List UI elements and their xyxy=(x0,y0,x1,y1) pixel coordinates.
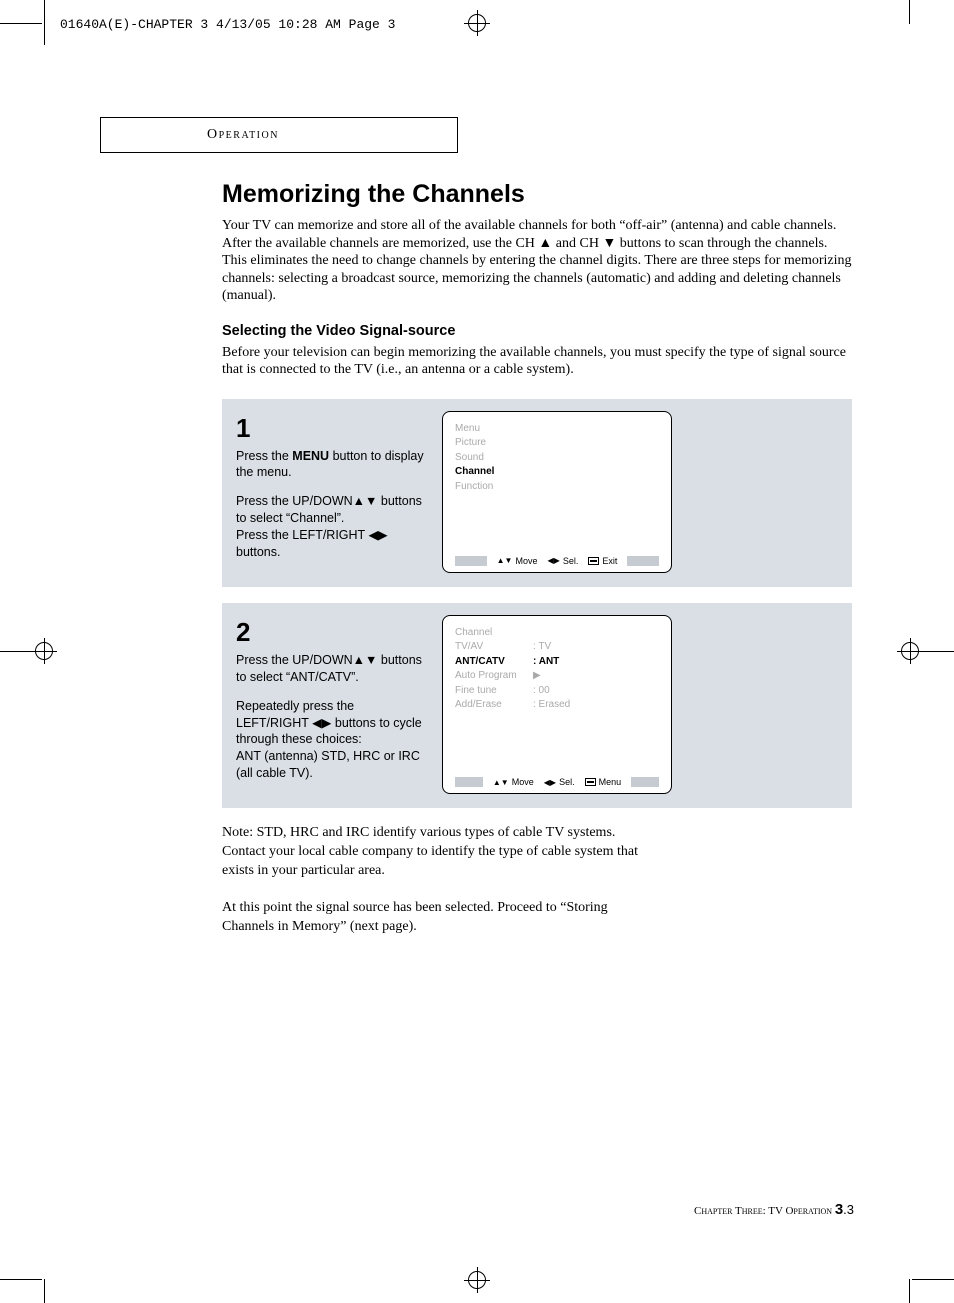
step-text-fragment: Press the xyxy=(236,449,292,463)
osd-row-label: Add/Erase xyxy=(455,698,533,713)
step-number: 2 xyxy=(236,615,426,650)
osd-footer-action: Menu xyxy=(599,777,622,787)
osd-footer-move: Move xyxy=(515,556,537,566)
menu-icon xyxy=(585,778,596,786)
section-tab-label: Operation xyxy=(207,127,279,143)
osd-row-value: : ANT xyxy=(533,655,559,670)
leftright-arrows-icon: ◀▶ xyxy=(544,778,556,787)
osd-row-value: : 00 xyxy=(533,684,550,699)
osd-row-label: Auto Program xyxy=(455,669,533,684)
crop-mark xyxy=(909,0,910,24)
note-paragraph: Note: STD, HRC and IRC identify various … xyxy=(222,824,642,881)
step-text-fragment: Press the UP/DOWN▲▼ buttons to select “C… xyxy=(236,494,422,525)
leftright-arrows-icon: ◀▶ xyxy=(548,556,560,565)
osd-footer-bar xyxy=(631,777,659,787)
footer-page-minor: .3 xyxy=(843,1202,854,1217)
osd-screen: Menu Picture Sound Channel Function ▲▼Mo… xyxy=(442,411,672,573)
crop-mark xyxy=(44,1279,45,1303)
registration-mark-icon xyxy=(35,642,53,660)
section-description: Before your television can begin memoriz… xyxy=(222,344,852,379)
step-text-bold: MENU xyxy=(292,449,329,463)
osd-footer: ▲▼Move ◀▶Sel. Menu xyxy=(455,777,659,787)
footer-chapter: Chapter Three: TV Operation xyxy=(694,1205,835,1217)
step-instruction: Press the UP/DOWN▲▼ buttons to select “A… xyxy=(236,652,426,686)
print-header-meta: 01640A(E)-CHAPTER 3 4/13/05 10:28 AM Pag… xyxy=(60,17,395,32)
registration-mark-icon xyxy=(901,642,919,660)
crop-mark xyxy=(0,23,42,24)
intro-paragraph: Your TV can memorize and store all of th… xyxy=(222,217,852,305)
crop-mark xyxy=(44,0,45,45)
registration-mark-icon xyxy=(468,14,486,32)
crop-mark xyxy=(0,1279,42,1280)
page-footer: Chapter Three: TV Operation 3.3 xyxy=(694,1201,854,1218)
osd-screen: Channel TV/AV : TV ANT/CATV : ANT Auto P… xyxy=(442,615,672,794)
crop-mark xyxy=(909,1279,910,1303)
updown-arrows-icon: ▲▼ xyxy=(497,556,513,565)
step-2-box: 2 Press the UP/DOWN▲▼ buttons to select … xyxy=(222,603,852,808)
osd-menu-row: TV/AV : TV xyxy=(455,640,659,655)
step-text-fragment: ANT (antenna) STD, HRC or IRC (all cable… xyxy=(236,749,420,780)
step-number: 1 xyxy=(236,411,426,446)
registration-mark-icon xyxy=(468,1271,486,1289)
crop-mark xyxy=(912,1279,954,1280)
osd-footer-bar xyxy=(455,777,483,787)
step-instruction: Press the UP/DOWN▲▼ buttons to select “C… xyxy=(236,493,426,561)
osd-footer-sel: Sel. xyxy=(563,556,579,566)
step-text-fragment: Repeatedly press the LEFT/RIGHT ◀▶ butto… xyxy=(236,699,422,747)
osd-menu-item: Function xyxy=(455,480,659,495)
step-instruction: Press the MENU button to display the men… xyxy=(236,448,426,482)
osd-menu-item: Sound xyxy=(455,451,659,466)
osd-footer-action: Exit xyxy=(602,556,617,566)
osd-row-value: ▶ xyxy=(533,669,541,684)
note-paragraph: At this point the signal source has been… xyxy=(222,899,642,937)
osd-menu-header: Menu xyxy=(455,422,659,437)
osd-menu-row: Fine tune : 00 xyxy=(455,684,659,699)
osd-footer-bar xyxy=(455,556,487,566)
step-instruction: Repeatedly press the LEFT/RIGHT ◀▶ butto… xyxy=(236,698,426,782)
section-tab: Operation xyxy=(100,117,458,153)
updown-arrows-icon: ▲▼ xyxy=(493,778,509,787)
osd-menu-item: Picture xyxy=(455,436,659,451)
step-text-fragment: Press the LEFT/RIGHT ◀▶ buttons. xyxy=(236,528,388,559)
osd-footer: ▲▼Move ◀▶Sel. Exit xyxy=(455,556,659,566)
section-subtitle: Selecting the Video Signal-source xyxy=(222,323,852,339)
step-1-box: 1 Press the MENU button to display the m… xyxy=(222,399,852,587)
osd-row-value: : TV xyxy=(533,640,551,655)
osd-footer-sel: Sel. xyxy=(559,777,575,787)
osd-row-label: Fine tune xyxy=(455,684,533,699)
osd-menu-item-active: Channel xyxy=(455,465,659,480)
osd-row-label: ANT/CATV xyxy=(455,655,533,670)
osd-footer-move: Move xyxy=(512,777,534,787)
page-title: Memorizing the Channels xyxy=(222,180,852,209)
osd-row-value: : Erased xyxy=(533,698,570,713)
osd-row-label: TV/AV xyxy=(455,640,533,655)
osd-footer-bar xyxy=(627,556,659,566)
osd-menu-row: Add/Erase : Erased xyxy=(455,698,659,713)
menu-icon xyxy=(588,557,599,565)
osd-menu-row-active: ANT/CATV : ANT xyxy=(455,655,659,670)
osd-menu-row: Auto Program ▶ xyxy=(455,669,659,684)
osd-menu-header: Channel xyxy=(455,626,659,641)
footer-page-major: 3 xyxy=(835,1201,843,1218)
